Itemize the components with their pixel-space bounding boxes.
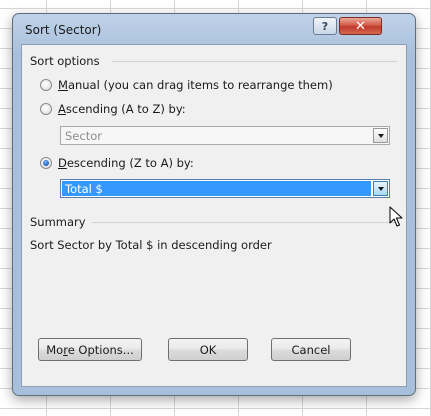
- mouse-pointer-icon: [389, 206, 403, 227]
- summary-divider: [92, 222, 397, 223]
- close-button[interactable]: ✕: [339, 17, 382, 35]
- cancel-label: Cancel: [291, 342, 331, 357]
- ascending-dropdown-button[interactable]: [373, 128, 388, 143]
- sort-options-heading: Sort options: [30, 54, 100, 68]
- radio-ascending-circle[interactable]: [40, 103, 52, 115]
- cancel-button[interactable]: Cancel: [271, 338, 351, 361]
- radio-manual-circle[interactable]: [40, 79, 52, 91]
- radio-manual-label: Manual (you can drag items to rearrange …: [58, 78, 333, 92]
- sort-options-divider: [112, 61, 397, 62]
- descending-field-value: Total $: [65, 182, 103, 196]
- radio-ascending[interactable]: Ascending (A to Z) by:: [40, 101, 186, 117]
- close-icon: ✕: [355, 18, 366, 34]
- radio-manual[interactable]: Manual (you can drag items to rearrange …: [40, 77, 333, 93]
- radio-descending-circle[interactable]: [40, 157, 52, 169]
- summary-heading: Summary: [30, 215, 86, 229]
- help-button[interactable]: ?: [313, 17, 337, 35]
- chevron-down-icon: [377, 133, 384, 138]
- ascending-field-value: Sector: [65, 129, 102, 143]
- dialog-titlebar[interactable]: Sort (Sector) ? ✕: [13, 14, 415, 44]
- chevron-down-icon: [377, 186, 384, 191]
- descending-dropdown-button[interactable]: [373, 181, 388, 196]
- dialog-body: Sort options Manual (you can drag items …: [21, 44, 407, 387]
- radio-descending-label: Descending (Z to A) by:: [58, 156, 194, 170]
- radio-ascending-label: Ascending (A to Z) by:: [58, 102, 186, 116]
- radio-descending[interactable]: Descending (Z to A) by:: [40, 155, 194, 171]
- ascending-field-select[interactable]: Sector: [60, 126, 390, 145]
- more-options-button[interactable]: More Options...: [38, 338, 142, 361]
- selection-highlight: [62, 181, 371, 196]
- more-options-label: More Options...: [46, 342, 134, 357]
- sort-dialog: Sort (Sector) ? ✕ Sort options Manual (y…: [12, 13, 416, 396]
- ok-label: OK: [199, 342, 217, 357]
- question-mark-icon: ?: [321, 19, 329, 33]
- summary-text: Sort Sector by Total $ in descending ord…: [30, 238, 272, 252]
- dialog-title: Sort (Sector): [25, 23, 102, 37]
- ok-button[interactable]: OK: [168, 338, 248, 361]
- descending-field-select[interactable]: Total $: [60, 179, 390, 198]
